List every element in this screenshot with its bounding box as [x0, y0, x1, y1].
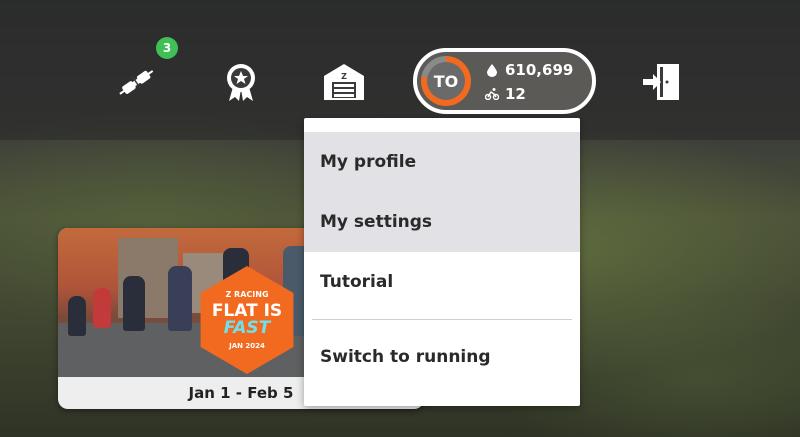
profile-dropdown-menu: My profile My settings Tutorial Switch t…: [304, 118, 580, 406]
menu-divider: [312, 319, 572, 320]
menu-item-my-profile[interactable]: My profile: [304, 132, 580, 192]
garage-icon: Z: [324, 64, 364, 100]
drop-icon: [485, 63, 499, 77]
exit-icon: [643, 64, 679, 100]
achievements-badge-icon: [227, 64, 255, 101]
level-value: 12: [505, 85, 526, 103]
rider-figure: [68, 296, 86, 336]
rider-figure: [168, 266, 192, 331]
menu-item-switch-to-running[interactable]: Switch to running: [304, 327, 580, 387]
cyclist-icon: [485, 88, 499, 100]
pairing-icon: [119, 70, 154, 95]
achievements-button[interactable]: [217, 58, 265, 106]
garage-button[interactable]: Z: [320, 58, 368, 106]
avatar: TO: [427, 62, 465, 100]
xp-progress-ring: TO: [421, 56, 471, 106]
profile-menu-button[interactable]: TO 610,699 12: [413, 48, 596, 114]
pairing-button[interactable]: [112, 58, 160, 106]
drops-stat: 610,699: [485, 61, 573, 79]
event-subtitle: JAN 2024: [229, 342, 265, 350]
drops-value: 610,699: [505, 61, 574, 79]
rider-figure: [123, 276, 145, 331]
menu-item-my-settings[interactable]: My settings: [304, 192, 580, 252]
event-brand: Z RACING: [225, 290, 269, 299]
level-stat: 12: [485, 85, 526, 103]
exit-button[interactable]: [638, 58, 686, 106]
menu-top-spacer: [304, 118, 580, 132]
event-title-line2: FAST: [223, 318, 271, 338]
rider-figure: [93, 288, 111, 328]
svg-text:Z: Z: [341, 72, 347, 81]
menu-item-tutorial[interactable]: Tutorial: [304, 252, 580, 312]
notification-badge: 3: [156, 37, 178, 59]
